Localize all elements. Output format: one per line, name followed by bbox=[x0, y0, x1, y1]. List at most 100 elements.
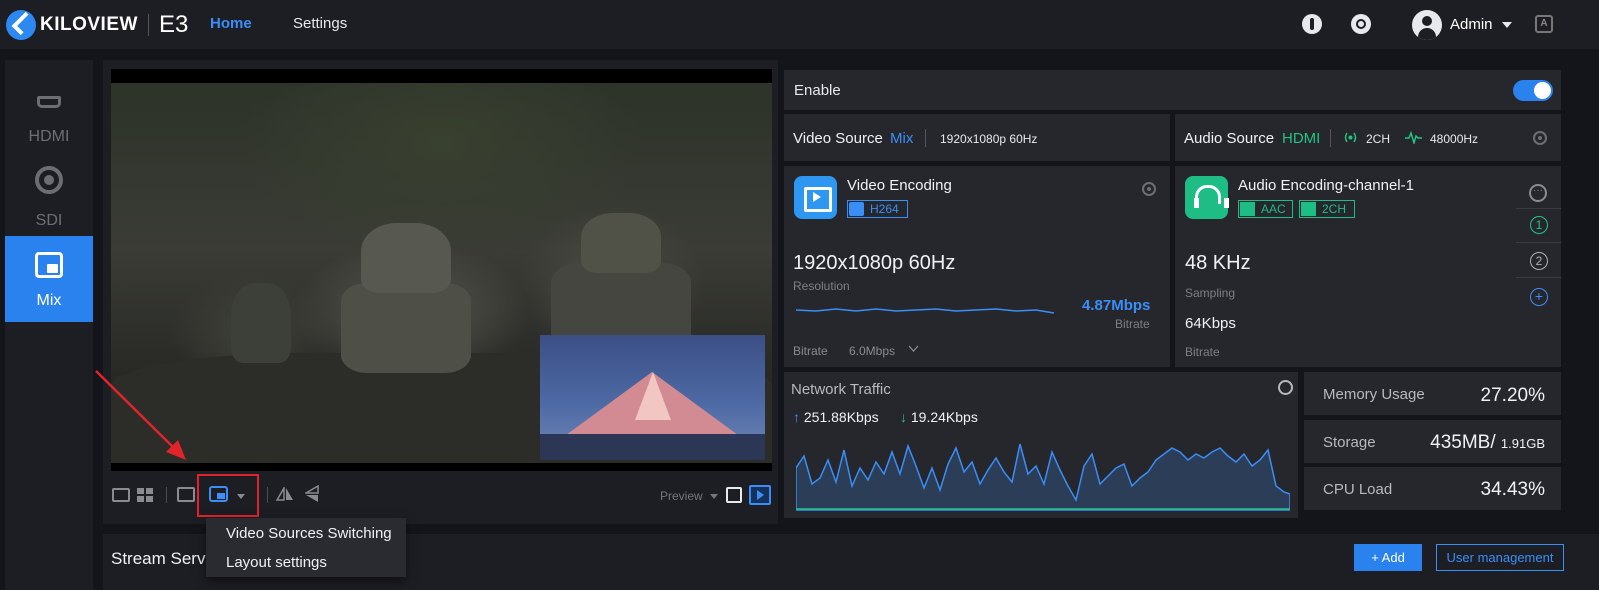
enable-card bbox=[784, 70, 1561, 110]
language-icon[interactable]: A bbox=[1535, 15, 1553, 33]
sidebar-item-label: HDMI bbox=[28, 128, 70, 145]
sidebar-item-label: SDI bbox=[35, 212, 63, 229]
audio-sampling: 48 KHz bbox=[1185, 252, 1251, 274]
scene-stone bbox=[341, 283, 471, 373]
audio-encoding-title: Audio Encoding-channel-1 bbox=[1238, 177, 1414, 194]
network-upload-value: 251.88Kbps bbox=[803, 409, 879, 425]
more-options-icon[interactable]: ··· bbox=[1529, 184, 1547, 202]
nav-home[interactable]: Home bbox=[210, 15, 252, 32]
main-video-image bbox=[111, 83, 772, 463]
add-channel-icon[interactable]: + bbox=[1530, 288, 1548, 306]
memory-usage-value: 27.20% bbox=[1480, 385, 1545, 406]
live-preview-icon[interactable] bbox=[749, 485, 771, 505]
bitrate-chevron-down-icon[interactable] bbox=[908, 345, 919, 353]
enable-toggle[interactable] bbox=[1513, 80, 1553, 101]
audio-source-label: Audio Source bbox=[1184, 130, 1275, 147]
sidebar-item-sdi[interactable]: SDI bbox=[5, 156, 93, 242]
video-bitrate-value: 4.87Mbps bbox=[1082, 297, 1151, 314]
divider bbox=[925, 129, 926, 147]
network-upload: ↑ 251.88Kbps bbox=[793, 409, 879, 425]
audio-source-gear-icon[interactable] bbox=[1533, 131, 1547, 145]
logo-mark-icon bbox=[6, 10, 36, 40]
add-stream-button[interactable]: + Add bbox=[1354, 544, 1422, 571]
storage-value: 435MB/ 1.91GB bbox=[1400, 432, 1545, 454]
pip-dropdown-chevron-down-icon[interactable] bbox=[237, 494, 245, 499]
stream-services-title: Stream Servi bbox=[111, 549, 210, 568]
channel-2-button[interactable]: 2 bbox=[1530, 252, 1548, 270]
kiloview-logo[interactable]: KILOVIEW E3 bbox=[6, 10, 188, 40]
preview-mode-label[interactable]: Preview bbox=[660, 489, 703, 503]
storage-label: Storage bbox=[1323, 434, 1376, 451]
divider bbox=[1330, 129, 1331, 147]
scene-stone bbox=[361, 223, 451, 293]
network-download: ↓ 19.24Kbps bbox=[900, 409, 978, 425]
menu-item-video-sources-switching[interactable]: Video Sources Switching bbox=[226, 525, 392, 542]
product-name: E3 bbox=[158, 11, 189, 38]
video-codec-badge: H264 bbox=[847, 200, 908, 218]
single-layout-icon[interactable] bbox=[112, 488, 130, 502]
sidebar-item-mix[interactable]: Mix bbox=[5, 236, 93, 322]
logo-divider bbox=[147, 14, 149, 36]
video-preview[interactable] bbox=[111, 69, 772, 471]
audio-bitrate-label: Bitrate bbox=[1185, 345, 1220, 359]
user-management-button[interactable]: User management bbox=[1436, 544, 1564, 571]
cpu-load-value: 34.43% bbox=[1480, 479, 1545, 500]
video-resolution: 1920x1080p 60Hz bbox=[793, 252, 956, 274]
scene-stone bbox=[581, 213, 661, 273]
top-bar: KILOVIEW E3 Home Settings Admin A bbox=[0, 0, 1599, 49]
video-encoding-title: Video Encoding bbox=[847, 177, 952, 194]
user-avatar-icon[interactable] bbox=[1412, 10, 1442, 40]
upload-arrow-icon: ↑ bbox=[793, 409, 804, 425]
globe-icon[interactable] bbox=[1278, 380, 1293, 395]
logo-text: KILOVIEW bbox=[40, 14, 138, 35]
flip-horizontal-icon[interactable] bbox=[276, 487, 294, 501]
user-name[interactable]: Admin bbox=[1450, 16, 1493, 33]
resolution-label: Resolution bbox=[793, 279, 850, 293]
audio-channels-badge: 2CH bbox=[1299, 200, 1355, 218]
network-traffic-chart bbox=[796, 443, 1290, 511]
preview-mode-chevron-down-icon[interactable] bbox=[710, 494, 718, 499]
video-source-label: Video Source bbox=[793, 130, 883, 147]
bitrate-setting-value[interactable]: 6.0Mbps bbox=[849, 344, 895, 358]
pip-layout-icon[interactable] bbox=[209, 486, 228, 502]
cpu-load-label: CPU Load bbox=[1323, 481, 1393, 498]
pip-video-image[interactable] bbox=[540, 335, 765, 460]
image-layer-icon[interactable] bbox=[177, 487, 195, 502]
bitrate-label: Bitrate bbox=[1115, 317, 1150, 331]
video-encoding-icon bbox=[794, 176, 837, 219]
user-menu-chevron-down-icon[interactable] bbox=[1502, 22, 1512, 28]
audio-codec-badge: AAC bbox=[1238, 200, 1293, 218]
quad-layout-icon[interactable] bbox=[137, 488, 154, 502]
download-arrow-icon: ↓ bbox=[900, 409, 911, 425]
audio-channels: 2CH bbox=[1366, 132, 1391, 146]
support-icon[interactable] bbox=[1351, 14, 1371, 34]
divider bbox=[1516, 277, 1561, 278]
audio-source-value[interactable]: HDMI bbox=[1282, 130, 1320, 147]
divider bbox=[1516, 242, 1561, 243]
network-traffic-title: Network Traffic bbox=[791, 381, 891, 398]
video-bitrate-sparkline bbox=[796, 308, 1055, 314]
video-source-format: 1920x1080p 60Hz bbox=[940, 132, 1038, 146]
highlight-box bbox=[197, 474, 259, 517]
sidebar-item-hdmi[interactable]: HDMI bbox=[5, 72, 93, 158]
toolbar-divider bbox=[166, 487, 167, 503]
scene-stone bbox=[231, 283, 291, 363]
menu-item-layout-settings[interactable]: Layout settings bbox=[226, 554, 327, 571]
sampling-label: Sampling bbox=[1185, 286, 1236, 300]
pip-dropdown-menu: Video Sources Switching Layout settings bbox=[206, 518, 406, 577]
video-encoding-gear-icon[interactable] bbox=[1142, 182, 1156, 196]
source-sidebar: HDMI SDI Mix bbox=[5, 60, 93, 590]
nav-settings[interactable]: Settings bbox=[293, 15, 347, 32]
flip-vertical-icon[interactable] bbox=[305, 485, 319, 503]
audio-rate: 48000Hz bbox=[1430, 132, 1479, 146]
traffic-area bbox=[796, 443, 1290, 511]
mountain-snow-shape bbox=[635, 372, 671, 420]
channel-1-button[interactable]: 1 bbox=[1530, 216, 1548, 234]
info-icon[interactable] bbox=[1302, 14, 1322, 34]
snapshot-icon[interactable] bbox=[726, 487, 742, 503]
bitrate-setting-label: Bitrate bbox=[793, 344, 828, 358]
video-source-value[interactable]: Mix bbox=[890, 130, 913, 147]
picture-in-picture-icon bbox=[35, 252, 63, 278]
mountain-foot-shape bbox=[540, 434, 765, 460]
memory-usage-label: Memory Usage bbox=[1323, 386, 1425, 403]
